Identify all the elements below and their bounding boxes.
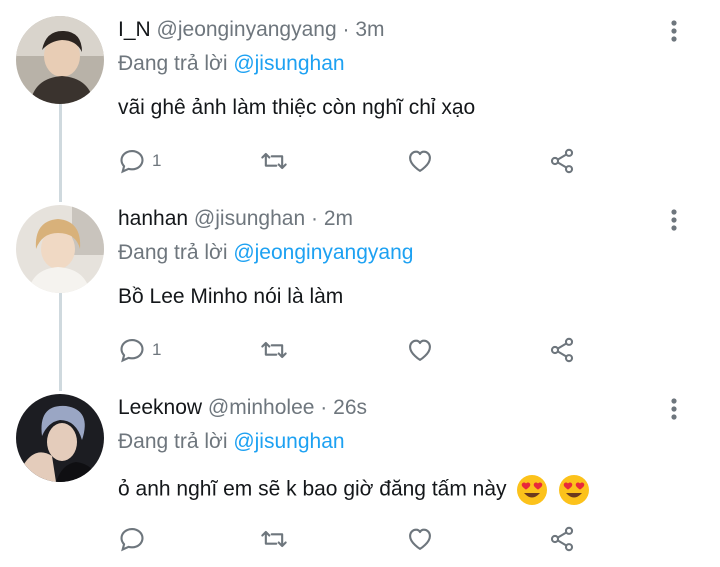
display-name[interactable]: I_N	[118, 18, 151, 41]
display-name[interactable]: Leeknow	[118, 396, 202, 419]
replying-label: Đang trả lời	[118, 241, 228, 264]
like-button[interactable]	[406, 335, 434, 365]
retweet-icon	[261, 341, 287, 359]
retweet-icon	[261, 152, 287, 170]
action-bar	[118, 524, 598, 554]
more-button[interactable]	[663, 16, 685, 46]
retweet-icon	[261, 530, 287, 548]
action-bar: 1	[118, 146, 598, 176]
like-icon	[409, 150, 431, 172]
more-button[interactable]	[663, 205, 685, 235]
handle[interactable]: @jisunghan	[194, 207, 305, 230]
mention-link[interactable]: @jisunghan	[233, 52, 344, 75]
handle[interactable]: @jeonginyangyang	[157, 18, 337, 41]
share-icon	[550, 526, 574, 552]
reply-button[interactable]: 1	[118, 146, 161, 176]
reply-icon	[120, 150, 144, 174]
tweet[interactable]: I_N @jeonginyangyang · 3m Đang trả lời @…	[0, 0, 720, 189]
replying-to: Đang trả lời @jeonginyangyang	[118, 241, 413, 265]
reply-count: 1	[152, 340, 162, 359]
reply-button[interactable]: 1	[118, 335, 161, 365]
timestamp[interactable]: 3m	[355, 18, 384, 41]
mention-link[interactable]: @jeonginyangyang	[233, 241, 413, 264]
tweet-text: vãi ghê ảnh làm thiệc còn nghĩ chỉ xạo	[118, 96, 476, 119]
avatar[interactable]	[16, 394, 104, 482]
share-icon	[550, 337, 574, 363]
timestamp[interactable]: 26s	[333, 396, 367, 419]
share-button[interactable]	[548, 524, 576, 554]
like-icon	[409, 528, 431, 550]
reply-icon	[120, 339, 144, 363]
separator-dot: ·	[311, 207, 318, 230]
share-button[interactable]	[548, 335, 576, 365]
separator-dot: ·	[320, 396, 328, 419]
replying-to: Đang trả lời @jisunghan	[118, 430, 345, 454]
retweet-button[interactable]	[260, 335, 288, 365]
more-icon	[671, 20, 677, 42]
tweet-text: ỏ anh nghĩ em sẽ k bao giờ đăng tấm này	[118, 477, 507, 501]
avatar[interactable]	[16, 205, 104, 293]
retweet-button[interactable]	[260, 524, 288, 554]
replying-to: Đang trả lời @jisunghan	[118, 52, 345, 76]
avatar[interactable]	[16, 16, 104, 104]
tweet-text-row: ỏ anh nghĩ em sẽ k bao giờ đăng tấm này	[118, 474, 590, 506]
like-button[interactable]	[406, 146, 434, 176]
tweet-header: Leeknow @minholee · 26s	[118, 396, 367, 420]
person-avatar-icon	[16, 394, 104, 482]
retweet-button[interactable]	[260, 146, 288, 176]
replying-label: Đang trả lời	[118, 52, 228, 75]
mention-link[interactable]: @jisunghan	[233, 430, 344, 453]
more-icon	[671, 209, 677, 231]
tweet[interactable]: Leeknow @minholee · 26s Đang trả lời @ji…	[0, 378, 720, 567]
heart-eyes-emoji	[516, 474, 548, 506]
handle[interactable]: @minholee	[208, 396, 315, 419]
share-icon	[550, 148, 574, 174]
reply-icon	[120, 528, 144, 552]
person-avatar-icon	[16, 205, 104, 293]
action-bar: 1	[118, 335, 598, 365]
like-button[interactable]	[406, 524, 434, 554]
separator-dot: ·	[342, 18, 350, 41]
tweet[interactable]: hanhan @jisunghan · 2m Đang trả lời @jeo…	[0, 189, 720, 378]
share-button[interactable]	[548, 146, 576, 176]
tweet-header: hanhan @jisunghan · 2m	[118, 207, 353, 231]
like-icon	[409, 339, 431, 361]
person-avatar-icon	[16, 16, 104, 104]
tweet-header: I_N @jeonginyangyang · 3m	[118, 18, 385, 42]
reply-button[interactable]	[118, 524, 152, 554]
replying-label: Đang trả lời	[118, 430, 228, 453]
display-name[interactable]: hanhan	[118, 207, 188, 230]
more-button[interactable]	[663, 394, 685, 424]
heart-eyes-emoji	[558, 474, 590, 506]
tweet-text: Bồ Lee Minho nói là làm	[118, 285, 344, 308]
reply-count: 1	[152, 151, 162, 170]
more-icon	[671, 398, 677, 420]
timestamp[interactable]: 2m	[324, 207, 353, 230]
